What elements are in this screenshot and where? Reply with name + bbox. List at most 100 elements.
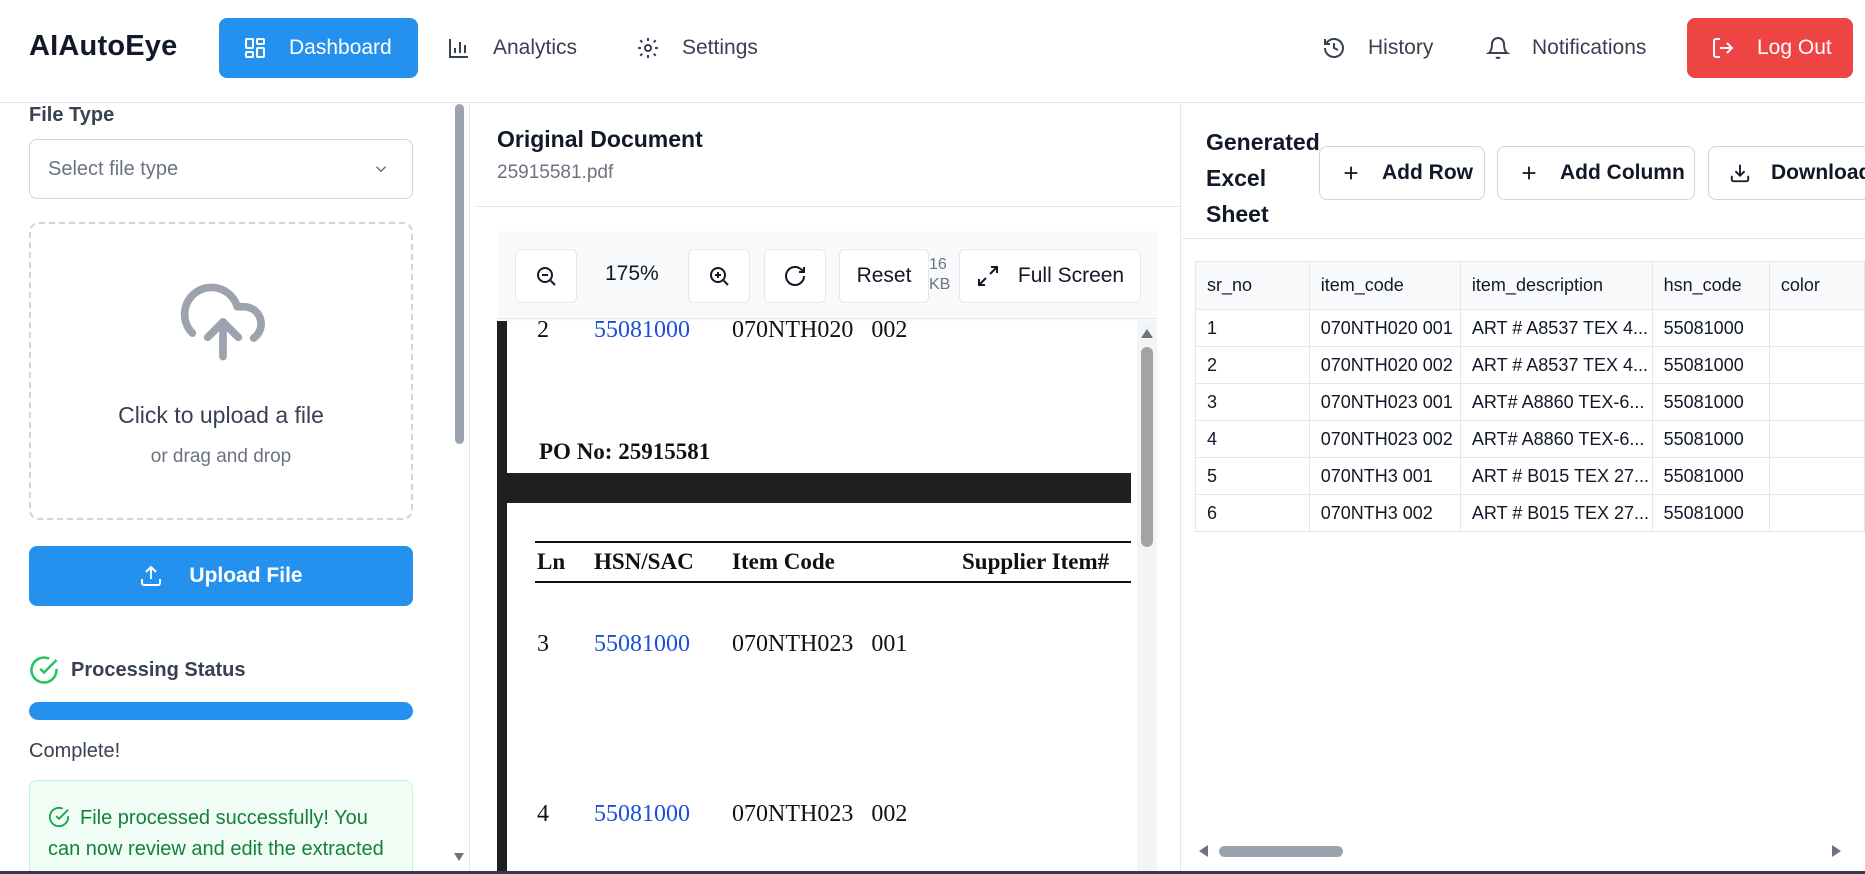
column-header[interactable]: hsn_code [1651, 261, 1770, 310]
table-cell[interactable]: 4 [1195, 420, 1310, 458]
table-cell[interactable]: 55081000 [1651, 346, 1770, 384]
table-cell[interactable] [1768, 309, 1865, 347]
nav-analytics-label: Analytics [493, 36, 578, 59]
logout-label: Log Out [1757, 36, 1832, 59]
document-scrollbar[interactable] [1137, 321, 1157, 874]
pdf-hsn-link[interactable]: 55081000 [594, 631, 690, 658]
upload-icon [141, 565, 162, 586]
nav-notifications-label: Notifications [1532, 36, 1647, 59]
table-horizontal-scrollbar[interactable] [1195, 840, 1845, 862]
excel-table-container: sr_no item_code item_description hsn_cod… [1195, 261, 1865, 661]
table-cell[interactable]: ART # A8537 TEX 4... [1459, 309, 1653, 347]
rotate-icon [785, 266, 805, 286]
table-row: 6 070NTH3 002 ART # B015 TEX 27... 55081… [1195, 494, 1865, 532]
upload-file-button[interactable]: Upload File [29, 546, 413, 606]
success-message: File processed successfully! You can now… [48, 807, 384, 874]
nav-settings-button[interactable]: Settings [636, 18, 786, 78]
nav-notifications-button[interactable]: Notifications [1486, 18, 1666, 78]
column-header[interactable]: item_description [1459, 261, 1653, 310]
add-column-label: Add Column [1560, 161, 1685, 184]
table-cell[interactable]: 2 [1195, 346, 1310, 384]
logout-button[interactable]: Log Out [1687, 18, 1853, 78]
column-header[interactable]: item_code [1308, 261, 1461, 310]
table-cell[interactable] [1768, 346, 1865, 384]
table-cell[interactable]: ART# A8860 TEX-6... [1459, 420, 1653, 458]
bar-chart-icon [449, 39, 468, 58]
scroll-right-arrow-icon[interactable] [1831, 844, 1843, 858]
pdf-hsn-link[interactable]: 55081000 [594, 801, 690, 828]
progress-bar [29, 702, 413, 720]
history-icon [1324, 38, 1344, 58]
rotate-button[interactable] [764, 249, 826, 303]
bell-icon [1486, 37, 1510, 60]
table-row: 5 070NTH3 001 ART # B015 TEX 27... 55081… [1195, 457, 1865, 495]
upload-sidebar: File Type Select file type Click to uplo… [0, 104, 470, 874]
scroll-up-arrow-icon[interactable] [1140, 327, 1154, 339]
logout-icon [1713, 38, 1734, 58]
add-column-button[interactable]: Add Column [1497, 146, 1695, 200]
success-alert: File processed successfully! You can now… [29, 780, 413, 874]
table-cell[interactable]: ART # B015 TEX 27... [1459, 494, 1653, 532]
table-cell[interactable]: 6 [1195, 494, 1310, 532]
table-cell[interactable]: 55081000 [1651, 383, 1770, 421]
table-cell[interactable]: 070NTH023 001 [1308, 383, 1461, 421]
table-row: 2 070NTH020 002 ART # A8537 TEX 4... 550… [1195, 346, 1865, 384]
column-header[interactable]: color [1768, 261, 1865, 310]
table-cell[interactable]: ART# A8860 TEX-6... [1459, 383, 1653, 421]
table-cell[interactable]: 55081000 [1651, 309, 1770, 347]
zoom-in-button[interactable] [688, 249, 750, 303]
scrollbar-thumb[interactable] [1141, 347, 1153, 547]
divider [1182, 238, 1865, 239]
download-button[interactable]: Download [1708, 146, 1865, 200]
pdf-hsn-link[interactable]: 55081000 [594, 321, 690, 344]
download-icon [1730, 164, 1750, 183]
table-cell[interactable]: 070NTH3 001 [1308, 457, 1461, 495]
table-cell[interactable]: 5 [1195, 457, 1310, 495]
table-cell[interactable] [1768, 383, 1865, 421]
table-cell[interactable]: 070NTH020 002 [1308, 346, 1461, 384]
table-row: 3 070NTH023 001 ART# A8860 TEX-6... 5508… [1195, 383, 1865, 421]
scrollbar-thumb[interactable] [1219, 846, 1343, 857]
reset-button[interactable]: Reset [839, 249, 929, 303]
full-screen-button[interactable]: Full Screen [959, 249, 1141, 303]
table-cell[interactable] [1768, 457, 1865, 495]
table-cell[interactable]: 070NTH023 002 [1308, 420, 1461, 458]
nav-dashboard-label: Dashboard [289, 36, 392, 59]
table-cell[interactable]: 070NTH020 001 [1308, 309, 1461, 347]
table-cell[interactable]: 070NTH3 002 [1308, 494, 1461, 532]
table-cell[interactable]: ART # B015 TEX 27... [1459, 457, 1653, 495]
zoom-out-button[interactable] [515, 249, 577, 303]
table-cell[interactable]: 3 [1195, 383, 1310, 421]
scroll-left-arrow-icon[interactable] [1197, 844, 1209, 858]
add-row-button[interactable]: Add Row [1319, 146, 1485, 200]
plus-icon [1522, 166, 1536, 180]
sidebar-scrollbar[interactable] [452, 104, 466, 874]
nav-dashboard-button[interactable]: Dashboard [219, 18, 418, 78]
nav-history-button[interactable]: History [1322, 18, 1442, 78]
status-text: Complete! [29, 740, 121, 762]
excel-panel-title: Generated Excel Sheet [1206, 129, 1320, 227]
scrollbar-thumb[interactable] [455, 104, 464, 444]
dropzone-title: Click to upload a file [118, 402, 324, 428]
column-header[interactable]: sr_no [1195, 261, 1310, 310]
pdf-header-ln: Ln [537, 549, 566, 574]
table-cell[interactable] [1768, 420, 1865, 458]
file-dropzone[interactable]: Click to upload a file or drag and drop [29, 222, 413, 520]
nav-analytics-button[interactable]: Analytics [447, 18, 607, 78]
scroll-down-arrow-icon[interactable] [453, 852, 465, 862]
brand-logo[interactable]: AIAutoEye [29, 30, 177, 63]
pdf-line-number: 2 [537, 321, 549, 343]
pdf-page: 2 55081000 070NTH020 002 PO No: 25915581… [497, 321, 1137, 874]
table-cell[interactable]: 1 [1195, 309, 1310, 347]
table-cell[interactable]: ART # A8537 TEX 4... [1459, 346, 1653, 384]
table-row: 1 070NTH020 001 ART # A8537 TEX 4... 550… [1195, 309, 1865, 347]
nav-settings-label: Settings [682, 36, 758, 59]
table-cell[interactable]: 55081000 [1651, 457, 1770, 495]
table-rule [535, 541, 1131, 543]
original-document-panel: Original Document 25915581.pdf 175% Rese… [475, 104, 1181, 874]
table-cell[interactable]: 55081000 [1651, 420, 1770, 458]
file-type-select[interactable]: Select file type [29, 139, 413, 199]
upload-file-label: Upload File [189, 564, 303, 587]
table-cell[interactable] [1768, 494, 1865, 532]
table-cell[interactable]: 55081000 [1651, 494, 1770, 532]
